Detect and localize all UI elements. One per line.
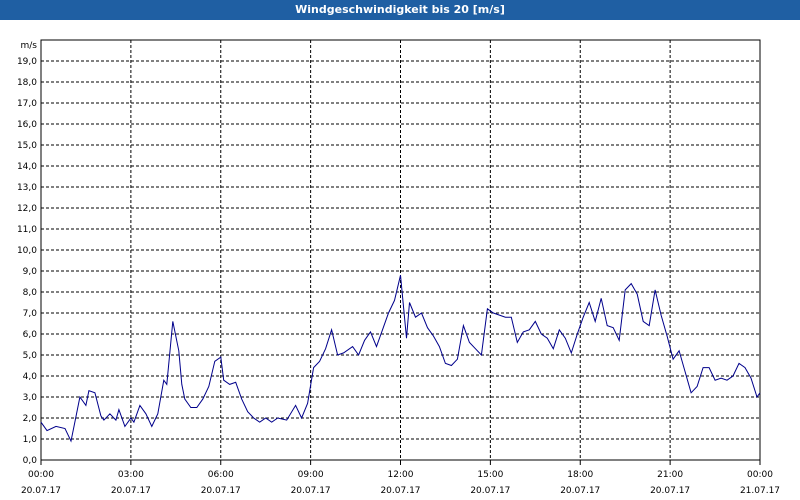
x-axis-ticks: 00:00 20.07.17 03:00 20.07.17 06:00 20.07.17 0…	[21, 460, 780, 496]
x-tick-time: 09:00	[298, 470, 324, 480]
y-tick-label: 6,0	[23, 330, 38, 340]
y-tick-label: 4,0	[23, 372, 38, 382]
y-tick-label: 5,0	[23, 351, 38, 361]
x-tick-time: 18:00	[567, 470, 593, 480]
y-tick-label: 10,0	[17, 246, 37, 256]
x-tick-time: 15:00	[477, 470, 503, 480]
y-tick-label: 8,0	[23, 288, 38, 298]
x-tick-date: 20.07.17	[650, 486, 690, 496]
y-axis-label: m/s	[21, 41, 38, 51]
y-tick-label: 13,0	[17, 183, 37, 193]
x-tick-time: 21:00	[657, 470, 683, 480]
y-tick-label: 12,0	[17, 204, 37, 214]
y-tick-label: 15,0	[17, 141, 37, 151]
x-tick-date: 20.07.17	[21, 486, 61, 496]
y-tick-label: 3,0	[23, 393, 38, 403]
y-tick-label: 1,0	[23, 435, 38, 445]
x-tick-date: 20.07.17	[380, 486, 420, 496]
x-tick-date: 20.07.17	[111, 486, 151, 496]
y-axis-ticks: 0,0 1,0 2,0 3,0 4,0 5,0 6,0 7,0 8,0 9,0 10,0 11,0 12…	[17, 57, 37, 466]
x-tick-time: 06:00	[208, 470, 234, 480]
y-tick-label: 7,0	[23, 309, 38, 319]
x-tick-time: 00:00	[747, 470, 773, 480]
x-tick-date: 20.07.17	[291, 486, 331, 496]
y-tick-label: 18,0	[17, 78, 37, 88]
y-tick-label: 2,0	[23, 414, 38, 424]
x-tick-date: 20.07.17	[201, 486, 241, 496]
y-tick-label: 11,0	[17, 225, 37, 235]
y-tick-label: 17,0	[17, 99, 37, 109]
x-tick-date: 20.07.17	[560, 486, 600, 496]
y-tick-label: 14,0	[17, 162, 37, 172]
wind-speed-chart: m/s 0,0 1,0 2,0 3,0 4,0 5,0 6,0 7,0 8,0 9,0 10,0 11…	[17, 39, 780, 496]
x-tick-time: 12:00	[388, 470, 414, 480]
y-tick-label: 19,0	[17, 57, 37, 67]
x-tick-time: 03:00	[118, 470, 144, 480]
y-tick-label: 9,0	[23, 267, 38, 277]
x-tick-date: 21.07.17	[740, 486, 780, 496]
x-tick-time: 00:00	[28, 470, 54, 480]
y-tick-label: 0,0	[23, 456, 38, 466]
x-tick-date: 20.07.17	[470, 486, 510, 496]
y-tick-label: 16,0	[17, 120, 37, 130]
grid	[41, 40, 760, 460]
